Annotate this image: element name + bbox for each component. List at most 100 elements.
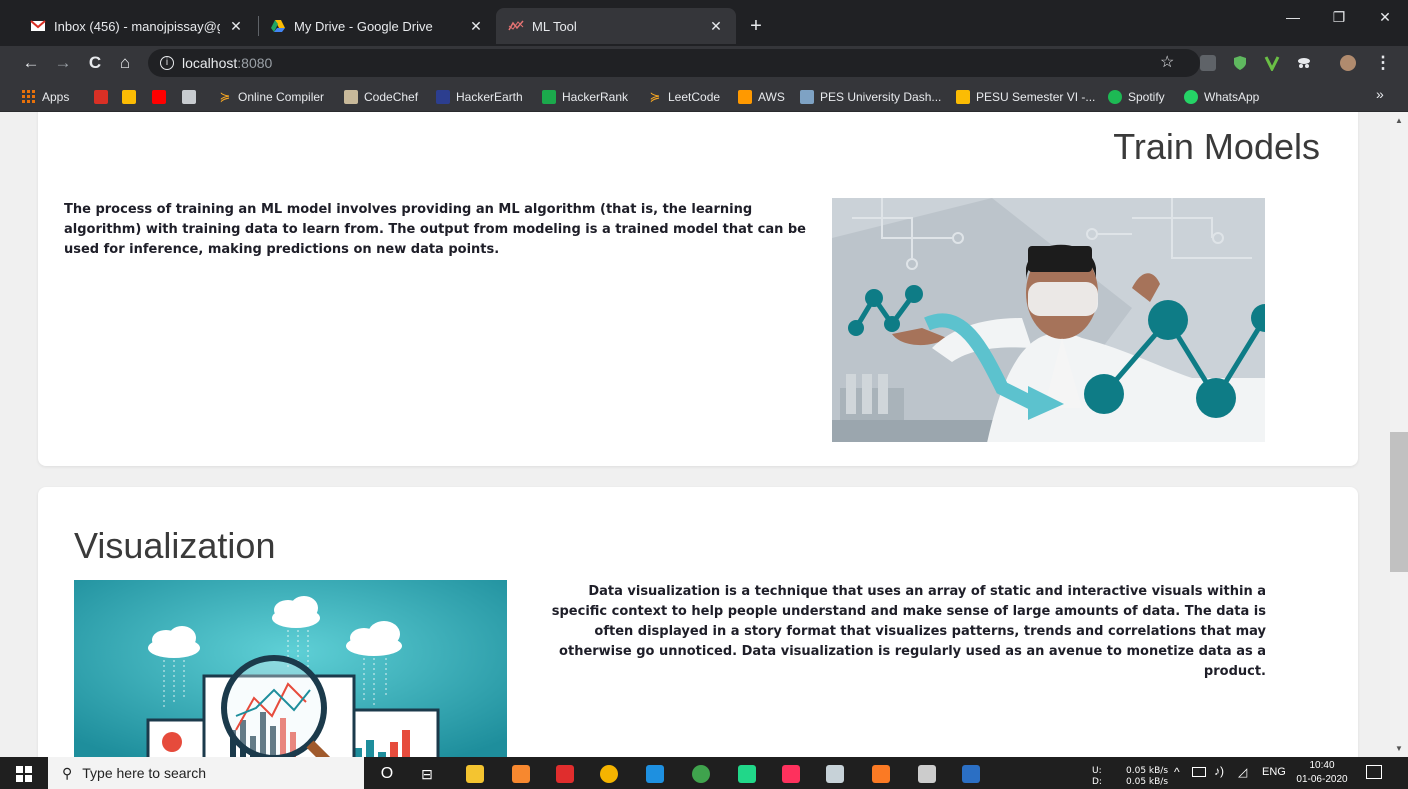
close-tab-icon[interactable]: ✕ <box>708 18 724 35</box>
maximize-button[interactable]: ❐ <box>1316 0 1362 34</box>
bookmark-youtube[interactable] <box>152 88 172 106</box>
tab-ml-tool[interactable]: ML Tool ✕ <box>496 8 736 44</box>
chrome-icon[interactable] <box>600 765 618 783</box>
profile-avatar[interactable] <box>1340 55 1356 71</box>
close-tab-icon[interactable]: ✕ <box>468 18 484 35</box>
visualization-description: Data visualization is a technique that u… <box>551 584 1266 679</box>
address-bar[interactable]: i localhost:8080 <box>148 49 1200 77</box>
battery-icon[interactable] <box>1192 767 1206 777</box>
bookmarks-overflow-button[interactable]: » <box>1376 86 1384 102</box>
search-placeholder: Type here to search <box>82 765 207 781</box>
bookmark-pesu-semester[interactable]: PESU Semester VI -... <box>956 88 1095 106</box>
bookmark-label: LeetCode <box>668 90 721 104</box>
pes-university-icon <box>800 90 814 104</box>
browser-toolbar: ← → C ⌂ i localhost:8080 ☆ ⋮ <box>0 46 1408 80</box>
calendar-icon <box>182 90 196 104</box>
bookmark-leetcode[interactable]: ≽ LeetCode <box>648 88 721 106</box>
hackerearth-icon <box>436 90 450 104</box>
tab-title: Inbox (456) - manojpissay@gmai <box>54 18 220 34</box>
apps-grid-icon <box>22 90 36 104</box>
page-viewport: Train Models The process of training an … <box>0 112 1390 757</box>
sublime-text-icon[interactable] <box>512 765 530 783</box>
ml-tool-icon <box>508 18 524 34</box>
incognito-extension-icon[interactable] <box>1296 55 1312 71</box>
bookmark-label: AWS <box>758 90 785 104</box>
forward-button[interactable]: → <box>52 52 74 74</box>
intellij-icon[interactable] <box>782 765 800 783</box>
chevron-up-icon[interactable]: ^ <box>1174 765 1180 779</box>
net-up-speed: 0.05 kB/s <box>1126 766 1169 776</box>
bookmark-codechef[interactable]: CodeChef <box>344 88 418 106</box>
back-button[interactable]: ← <box>20 52 42 74</box>
address-port: :8080 <box>237 55 273 71</box>
acrobat-reader-icon[interactable] <box>556 765 574 783</box>
bookmark-whatsapp[interactable]: WhatsApp <box>1184 88 1259 106</box>
codechef-icon <box>344 90 358 104</box>
windows-start-icon[interactable] <box>16 766 32 787</box>
aws-icon <box>738 90 752 104</box>
vscode-icon[interactable] <box>646 765 664 783</box>
bookmark-star-icon[interactable]: ☆ <box>1160 52 1174 72</box>
taskbar-search-box[interactable]: ⚲ Type here to search <box>48 757 364 789</box>
google-drive-icon <box>270 18 286 34</box>
powershell-icon[interactable] <box>962 765 980 783</box>
bookmark-label: Online Compiler <box>238 90 325 104</box>
bookmark-pes-dashboard[interactable]: PES University Dash... <box>800 88 941 106</box>
bookmark-aws[interactable]: AWS <box>738 88 785 106</box>
bookmarks-bar: Apps ≽ Online Compiler CodeChef HackerEa… <box>0 80 1408 112</box>
visualization-illustration <box>74 580 507 757</box>
youtube-icon <box>152 90 166 104</box>
bookmark-online-compiler[interactable]: ≽ Online Compiler <box>218 88 325 106</box>
anaconda-icon[interactable] <box>692 765 710 783</box>
xampp-icon[interactable] <box>872 765 890 783</box>
bookmark-label: Spotify <box>1128 90 1165 104</box>
language-indicator[interactable]: ENG <box>1262 766 1286 778</box>
info-icon[interactable]: i <box>160 56 174 70</box>
volume-icon[interactable]: ♪) <box>1214 764 1224 778</box>
whatsapp-icon <box>1184 90 1198 104</box>
tab-google-drive[interactable]: My Drive - Google Drive ✕ <box>258 8 496 44</box>
v-extension-icon[interactable] <box>1264 55 1280 73</box>
minimize-button[interactable]: — <box>1270 0 1316 34</box>
reload-button[interactable]: C <box>84 52 106 74</box>
bookmark-gmail[interactable] <box>94 88 114 106</box>
virtualbox-icon[interactable] <box>826 765 844 783</box>
tab-strip: Inbox (456) - manojpissay@gmai ✕ My Driv… <box>0 0 1408 46</box>
bookmark-calendar[interactable] <box>182 88 202 106</box>
wifi-icon[interactable]: ◿ <box>1238 765 1247 779</box>
close-window-button[interactable]: ✕ <box>1362 0 1408 34</box>
bookmark-label: HackerEarth <box>456 90 523 104</box>
shield-extension-icon[interactable] <box>1232 55 1248 71</box>
bookmark-spotify[interactable]: Spotify <box>1108 88 1165 106</box>
chrome-menu-button[interactable]: ⋮ <box>1372 52 1394 74</box>
bookmark-apps[interactable]: Apps <box>22 88 69 106</box>
close-tab-icon[interactable]: ✕ <box>228 18 244 35</box>
task-view-icon[interactable]: ⊟ <box>418 765 436 783</box>
bookmark-hackerrank[interactable]: HackerRank <box>542 88 628 106</box>
extension-icon[interactable] <box>1200 55 1216 71</box>
scrollbar-thumb[interactable] <box>1390 432 1408 572</box>
scroll-up-arrow-icon[interactable]: ▲ <box>1390 114 1408 128</box>
tab-title: ML Tool <box>532 18 577 34</box>
cortana-icon[interactable]: O <box>378 765 396 783</box>
home-button[interactable]: ⌂ <box>114 52 136 74</box>
clock-time: 10:40 <box>1309 760 1335 771</box>
net-down-speed: 0.05 kB/s <box>1126 777 1169 787</box>
file-explorer-icon[interactable] <box>466 765 484 783</box>
clock[interactable]: 10:40 01-06-2020 <box>1292 759 1352 787</box>
bookmark-drive[interactable] <box>122 88 142 106</box>
clock-date: 01-06-2020 <box>1296 774 1348 785</box>
tab-title: My Drive - Google Drive <box>294 18 433 34</box>
pycharm-icon[interactable] <box>738 765 756 783</box>
bookmark-label: CodeChef <box>364 90 419 104</box>
new-tab-button[interactable]: + <box>744 14 768 38</box>
terminal-icon[interactable] <box>918 765 936 783</box>
visualization-heading: Visualization <box>74 525 276 566</box>
notifications-icon[interactable] <box>1366 765 1382 779</box>
scroll-down-arrow-icon[interactable]: ▼ <box>1390 742 1408 756</box>
gmail-icon <box>30 18 46 34</box>
tab-gmail[interactable]: Inbox (456) - manojpissay@gmai ✕ <box>18 8 256 44</box>
bookmark-label: HackerRank <box>562 90 629 104</box>
bookmark-label: PES University Dash... <box>820 90 942 104</box>
bookmark-hackerearth[interactable]: HackerEarth <box>436 88 523 106</box>
